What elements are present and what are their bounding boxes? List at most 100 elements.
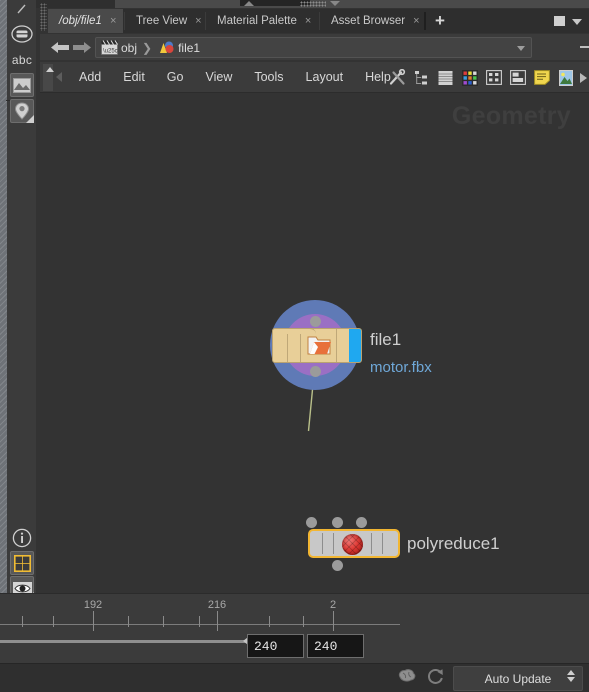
file-node-folder-icon-svg xyxy=(307,336,331,355)
node-input-port-2[interactable] xyxy=(356,517,367,528)
node-file1-label: file1 xyxy=(370,330,402,349)
pin-icon[interactable] xyxy=(580,39,589,55)
window-top-strip xyxy=(0,0,589,8)
timeline-tick-label: 216 xyxy=(207,599,227,611)
menu-view[interactable]: View xyxy=(194,62,243,93)
brain-cook-icon[interactable] xyxy=(397,667,418,690)
handle-icon-svg xyxy=(17,4,26,14)
node-input-port-1[interactable] xyxy=(332,517,343,528)
menu-edit[interactable]: Edit xyxy=(112,62,156,93)
menu-add[interactable]: Add xyxy=(68,62,112,93)
timeline-ruler[interactable]: 192 216 2 xyxy=(0,599,400,633)
quad-view-icon-svg xyxy=(13,554,31,572)
layers-icon[interactable] xyxy=(437,69,454,86)
path-separator-icon: ❯ xyxy=(142,40,153,55)
tab-material-palette[interactable]: Material Palette × xyxy=(206,9,318,33)
timeline-tick-label: 192 xyxy=(83,599,103,611)
update-mode-stepper[interactable] xyxy=(567,670,575,682)
menu-tools[interactable]: Tools xyxy=(243,62,294,93)
update-mode-dropdown[interactable]: Auto Update xyxy=(453,666,583,691)
forward-arrow-icon[interactable] xyxy=(72,40,92,55)
menu-bar-grip[interactable] xyxy=(43,64,54,91)
node-output-port[interactable] xyxy=(309,366,321,377)
node-polyreduce1-glyph xyxy=(342,534,363,555)
panel-collapse-up-icon[interactable] xyxy=(244,1,254,6)
tab-label: Asset Browser xyxy=(331,15,406,27)
pane-menu-caret-icon[interactable] xyxy=(572,19,582,25)
svg-text:\u25cf: \u25cf xyxy=(103,48,118,54)
tab-divider xyxy=(424,12,426,30)
node-polyreduce1-label: polyreduce1 xyxy=(407,534,500,553)
timeline-range-bar[interactable] xyxy=(0,640,250,643)
tab-close-icon[interactable]: × xyxy=(110,15,116,27)
node-polyreduce1-body[interactable] xyxy=(308,529,400,558)
menu-go[interactable]: Go xyxy=(156,62,195,93)
network-path-bar: \u25cf obj ❯ file1 xyxy=(40,34,589,60)
top-strip-panel-divider[interactable] xyxy=(115,0,589,8)
notes-icon[interactable] xyxy=(533,69,550,86)
menu-layout[interactable]: Layout xyxy=(295,62,355,93)
toolbar-grip-hatch[interactable] xyxy=(0,0,7,598)
path-segment-file1[interactable]: file1 xyxy=(178,41,200,55)
info-icon-svg xyxy=(12,528,32,548)
snapshot-icon[interactable] xyxy=(509,69,526,86)
tools-hammer-wrench-icon[interactable] xyxy=(389,69,406,86)
tab-close-icon[interactable]: × xyxy=(195,15,201,27)
node-polyreduce1-mesh-overlay xyxy=(342,534,363,555)
status-bar-right-group: Auto Update xyxy=(397,664,589,692)
node-output-port[interactable] xyxy=(332,560,343,571)
image-icon[interactable] xyxy=(557,69,574,86)
pin-marker-icon[interactable] xyxy=(10,99,34,123)
quad-view-icon[interactable] xyxy=(10,551,34,575)
menu-scroll-left-icon[interactable] xyxy=(56,72,62,82)
end-frame-field[interactable]: 240 xyxy=(307,634,364,658)
pane-grip-dots[interactable] xyxy=(40,3,47,31)
pin-marker-submenu-arrow-icon[interactable] xyxy=(26,115,34,123)
info-icon[interactable] xyxy=(10,526,34,550)
node-input-port-0[interactable] xyxy=(306,517,317,528)
refresh-icon[interactable] xyxy=(426,667,445,690)
tab-close-icon[interactable]: × xyxy=(305,15,311,27)
tab-label: /obj/file1 xyxy=(59,15,102,27)
disk-icon[interactable] xyxy=(10,22,34,46)
timeline-tick-label: 2 xyxy=(329,599,337,611)
maximize-pane-button[interactable] xyxy=(554,16,565,26)
tab-asset-browser[interactable]: Asset Browser × xyxy=(320,9,423,33)
back-arrow-icon-svg xyxy=(51,42,69,53)
image-icon-svg xyxy=(558,69,573,86)
disk-icon-svg xyxy=(11,25,33,43)
text-abc-icon[interactable]: abc xyxy=(10,48,34,72)
forward-arrow-icon-svg xyxy=(73,42,91,53)
network-menu-bar: Add Edit Go View Tools Layout Help xyxy=(40,62,589,93)
more-arrow-icon[interactable] xyxy=(580,72,587,83)
timeline-ruler-baseline xyxy=(0,624,400,625)
tab-close-icon[interactable]: × xyxy=(413,15,419,27)
panel-collapse-down-icon[interactable] xyxy=(330,1,340,6)
path-dropdown-caret-icon[interactable] xyxy=(517,46,525,51)
back-arrow-icon[interactable] xyxy=(50,40,70,55)
tree-list-icon[interactable] xyxy=(413,69,430,86)
add-tab-button[interactable]: + xyxy=(428,9,452,33)
color-palette-icon-svg xyxy=(461,69,478,86)
tab-obj-file1[interactable]: /obj/file1 × xyxy=(48,9,123,33)
image-plane-icon[interactable] xyxy=(10,73,34,97)
network-canvas[interactable]: Geometry file1 motor.fbx polyreduce1 xyxy=(40,93,589,593)
viewport-left-toolbar: abc xyxy=(0,0,36,600)
handle-icon[interactable] xyxy=(10,0,34,24)
snapshot-icon-svg xyxy=(509,70,526,85)
panel-splitter-grip[interactable] xyxy=(300,1,326,7)
file-node-folder-icon xyxy=(306,333,332,358)
tab-tree-view[interactable]: Tree View × xyxy=(125,9,204,33)
node-input-port[interactable] xyxy=(309,316,321,327)
path-input[interactable]: \u25cf obj ❯ file1 xyxy=(95,37,532,58)
timeline-bar: 192 216 2 240 240 xyxy=(0,593,589,663)
notes-icon-svg xyxy=(533,70,550,85)
tab-label: Tree View xyxy=(136,15,188,27)
path-segment-obj[interactable]: obj xyxy=(121,41,137,55)
color-palette-icon[interactable] xyxy=(461,69,478,86)
menu-bar-icon-group xyxy=(389,62,587,93)
current-frame-field[interactable]: 240 xyxy=(247,634,304,658)
grid-items-icon[interactable] xyxy=(485,69,502,86)
geometry-node-icon xyxy=(160,41,174,53)
pin-icon-svg xyxy=(580,46,589,48)
